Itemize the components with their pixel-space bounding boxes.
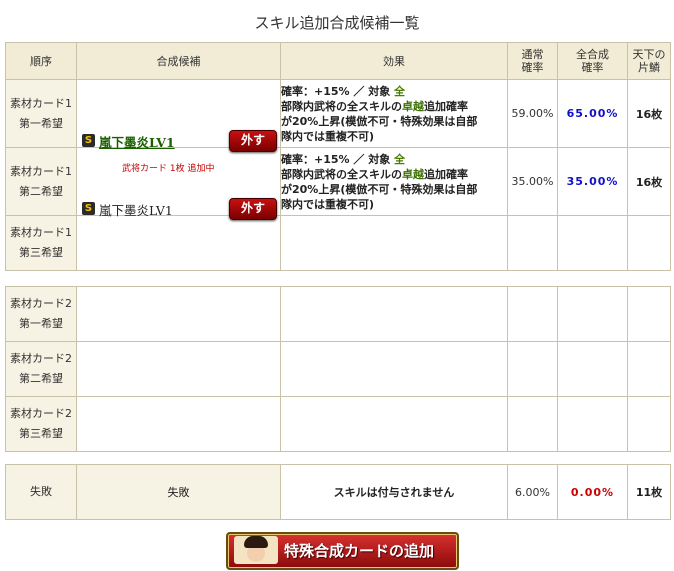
card-count: 16枚: [627, 147, 671, 216]
row-candidate[interactable]: [76, 396, 281, 452]
card-name: 嵐下墨炎LV1: [99, 202, 173, 218]
normal-rate: 59.00%: [507, 79, 558, 148]
normal-rate: [507, 341, 558, 397]
total-rate: 35.00%: [557, 147, 628, 216]
table-row: 素材カード2 第二希望: [5, 341, 671, 397]
row-candidate: S 嵐下墨炎LV1 外す: [76, 147, 281, 220]
row-order: 失敗: [5, 464, 77, 520]
row-candidate: S 嵐下墨炎LV1 外す 武将カード 1枚 追加中: [76, 79, 281, 174]
normal-rate: [507, 286, 558, 342]
row-order: 素材カード1 第一希望: [5, 79, 77, 148]
table-row: 素材カード2 第一希望: [5, 286, 671, 342]
row-effect: 確率：+15% ／ 対象 全 部隊内武将の全スキルの卓越追加確率 が20%上昇(…: [280, 79, 508, 148]
header-normal-rate: 通常 確率: [507, 42, 558, 80]
table-row: 素材カード1 第三希望: [5, 215, 671, 271]
remove-button[interactable]: 外す: [229, 129, 277, 152]
row-effect: [280, 286, 508, 342]
status-note: 武将カード 1枚 追加中: [122, 163, 215, 174]
card-count: 16枚: [627, 79, 671, 148]
row-effect: 確率：+15% ／ 対象 全 部隊内武将の全スキルの卓越追加確率 が20%上昇(…: [280, 147, 508, 216]
card-count: [627, 341, 671, 397]
row-candidate: 失敗: [76, 464, 281, 520]
total-rate: [557, 286, 628, 342]
card-count: [627, 396, 671, 452]
card-count: [627, 286, 671, 342]
row-effect: [280, 215, 508, 271]
row-order: 素材カード2 第三希望: [5, 396, 77, 452]
card-name-link[interactable]: 嵐下墨炎LV1: [99, 132, 175, 151]
normal-rate: [507, 215, 558, 271]
failure-table: 失敗 失敗 スキルは付与されません 6.00% 0.00% 11枚: [5, 464, 671, 520]
header-total-rate: 全合成 確率: [557, 42, 628, 80]
failure-row: 失敗 失敗 スキルは付与されません 6.00% 0.00% 11枚: [5, 464, 671, 520]
total-rate: [557, 215, 628, 271]
skill-rank-badge: S: [82, 201, 95, 215]
remove-button[interactable]: 外す: [229, 197, 277, 220]
table-row: 素材カード1 第二希望 S 嵐下墨炎LV1 外す 確率：+15% ／ 対象 全 部…: [5, 147, 671, 220]
header-cards: 天下の 片鱗: [627, 42, 671, 80]
add-special-card-button[interactable]: 特殊合成カードの追加: [226, 532, 459, 570]
header-effect: 効果: [280, 42, 508, 80]
skill-rank-badge: S: [82, 133, 95, 147]
candidate-table-2: 素材カード2 第一希望 素材カード2 第二希望 素材カード2 第三希望: [5, 286, 671, 452]
normal-rate: 6.00%: [507, 464, 558, 520]
card-count: [627, 215, 671, 271]
card-count: 11枚: [627, 464, 671, 520]
row-order: 素材カード2 第一希望: [5, 286, 77, 342]
row-order: 素材カード1 第三希望: [5, 215, 77, 271]
total-rate: 65.00%: [557, 79, 628, 148]
total-rate: [557, 341, 628, 397]
table-row: 素材カード2 第三希望: [5, 396, 671, 452]
row-effect: スキルは付与されません: [280, 464, 508, 520]
row-candidate[interactable]: [76, 286, 281, 342]
header-order: 順序: [5, 42, 77, 80]
normal-rate: 35.00%: [507, 147, 558, 216]
row-effect: [280, 341, 508, 397]
general-portrait-icon: [234, 536, 278, 564]
row-effect: [280, 396, 508, 452]
candidate-table: 順序 合成候補 効果 通常 確率 全合成 確率 天下の 片鱗 素材カード1 第一希望 S…: [5, 42, 671, 271]
normal-rate: [507, 396, 558, 452]
total-rate: 0.00%: [557, 464, 628, 520]
header-candidate: 合成候補: [76, 42, 281, 80]
row-candidate[interactable]: [76, 341, 281, 397]
page-title: スキル追加合成候補一覧: [254, 14, 420, 32]
total-rate: [557, 396, 628, 452]
table-row: 素材カード1 第一希望 S 嵐下墨炎LV1 外す 武将カード 1枚 追加中 確率：…: [5, 79, 671, 174]
row-order: 素材カード2 第二希望: [5, 341, 77, 397]
add-special-card-label: 特殊合成カードの追加: [284, 542, 435, 560]
row-candidate[interactable]: [76, 215, 281, 271]
row-order: 素材カード1 第二希望: [5, 147, 77, 216]
